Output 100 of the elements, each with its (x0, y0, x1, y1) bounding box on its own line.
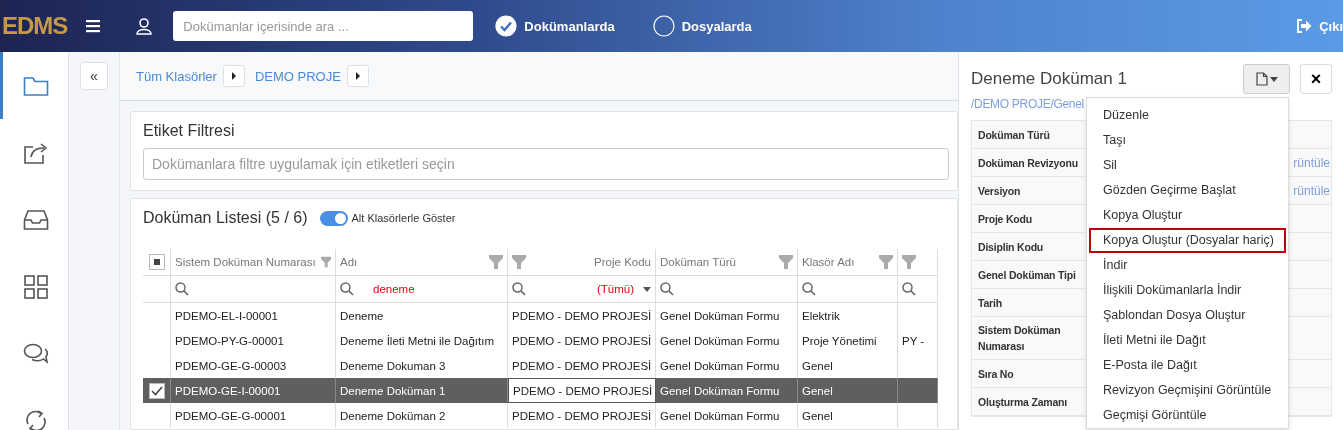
select-all-checkbox[interactable] (148, 254, 165, 270)
table-row[interactable]: PDEMO-GE-I-00001 Deneme Doküman 1 PDEMO - DEMO PROJESİ Genel Doküman Formu Genel (143, 378, 938, 403)
property-label: Disiplin Kodu (978, 239, 1045, 255)
breadcrumb-link[interactable]: Tüm Klasörler (136, 68, 217, 84)
filter-icon[interactable] (489, 255, 503, 269)
table-cell: PDEMO-GE-G-00001 (175, 409, 287, 422)
collapse-button[interactable]: « (80, 62, 108, 90)
sync-icon (23, 408, 48, 430)
table-cell: Genel (802, 359, 833, 372)
property-label: Genel Doküman Tipi (978, 267, 1077, 283)
caret-icon (643, 286, 651, 292)
table-cell: PDEMO - DEMO PROJESİ (513, 384, 653, 397)
table-cell: Genel Doküman Formu (660, 309, 780, 322)
property-label: Sistem Doküman Numarası (978, 323, 1062, 354)
filter-icon[interactable] (320, 255, 331, 269)
caret-icon (1269, 76, 1278, 82)
focus-cell[interactable]: PDEMO-GE-I-00001 (171, 378, 336, 403)
menu-item[interactable]: Revizyon Geçmişini Görüntüle (1089, 378, 1286, 403)
property-label: Tarih (978, 295, 1003, 311)
table-cell: Elektrik (802, 309, 840, 322)
menu-item[interactable]: Düzenle (1089, 103, 1286, 128)
actions-dropdown-button[interactable] (1243, 64, 1290, 94)
menu-item[interactable]: Taşı (1089, 128, 1286, 153)
table-cell: PDEMO - DEMO PROJESİ (512, 409, 652, 422)
table-cell: PY - (902, 334, 925, 347)
property-label: Proje Kodu (978, 211, 1033, 227)
menu-item[interactable]: İlişkili Dokümanlarla İndir (1089, 278, 1286, 303)
breadcrumb-expand-button[interactable] (222, 65, 245, 87)
property-label: Sıra No (978, 366, 1015, 382)
menu-icon[interactable] (85, 19, 102, 33)
table-cell: Proje Yönetimi (802, 334, 877, 347)
logo: EDMS (2, 12, 68, 40)
table-cell: Genel Doküman Formu (660, 384, 780, 397)
table-cell: PDEMO - DEMO PROJESİ (512, 359, 652, 372)
table-cell: Genel (802, 409, 833, 422)
table-row[interactable]: PDEMO-PY-G-00001 Deneme İleti Metni ile Dağıtım PDEMO - DEMO PROJESİ Genel Doküman Formu Proje Yönetimi PY - (143, 328, 938, 353)
table-cell: PDEMO-EL-I-00001 (175, 309, 278, 322)
property-label: Doküman Türü (978, 127, 1051, 143)
table-cell: Deneme (340, 309, 384, 322)
user-icon[interactable] (135, 17, 154, 35)
table-cell: PDEMO-GE-G-00003 (175, 359, 287, 372)
document-icon (1255, 72, 1268, 86)
column-header[interactable]: Proje Kodu (508, 249, 656, 275)
close-button[interactable]: × (1300, 64, 1332, 94)
column-header[interactable]: Doküman Türü (656, 249, 798, 275)
tag-filter-field[interactable]: Dokümanlara filtre uygulamak için etiketleri seçin (143, 148, 949, 180)
checked-radio-icon (495, 15, 518, 37)
focus-cell[interactable]: PDEMO - DEMO PROJESİ (508, 378, 656, 403)
filter-icon[interactable] (779, 255, 793, 269)
menu-item[interactable]: Sil (1089, 153, 1286, 178)
card-title: Doküman Listesi (5 / 6) (143, 209, 308, 227)
filter-icon[interactable] (512, 255, 526, 269)
menu-item[interactable]: Şablondan Dosya Oluştur (1089, 303, 1286, 328)
folder-icon (22, 74, 49, 97)
scope-radio[interactable]: Dosyalarda (652, 15, 752, 37)
table-cell: PDEMO - DEMO PROJESİ (512, 334, 652, 347)
property-label: Versiyon (978, 183, 1022, 199)
table-cell: PDEMO - DEMO PROJESİ (512, 309, 652, 322)
table-cell: Genel (802, 384, 833, 397)
column-header[interactable]: Adı (336, 249, 508, 275)
document-title: Deneme Doküman 1 (971, 69, 1128, 89)
table-row[interactable]: PDEMO-GE-G-00001 Deneme Doküman 2 PDEMO - DEMO PROJESİ Genel Doküman Formu Genel (143, 403, 938, 428)
column-filter-field[interactable]: (Tümü) (508, 276, 656, 302)
search-icon (660, 282, 674, 296)
column-filter-field[interactable]: deneme (336, 276, 508, 302)
check-icon (150, 385, 163, 396)
filter-icon[interactable] (879, 255, 893, 269)
card-title: Etiket Filtresi (143, 122, 236, 140)
search-icon (902, 282, 916, 296)
breadcrumb-expand-button[interactable] (346, 65, 369, 87)
table-row[interactable]: PDEMO-EL-I-00001 Deneme PDEMO - DEMO PROJESİ Genel Doküman Formu Elektrik (143, 303, 938, 328)
toggle-switch[interactable] (319, 210, 348, 226)
chat-icon (22, 341, 49, 366)
table-cell: Genel Doküman Formu (660, 359, 780, 372)
column-header[interactable]: Klasör Adı (798, 249, 898, 275)
menu-item[interactable]: Geçmişi Görüntüle (1089, 403, 1286, 428)
share-icon (22, 140, 49, 165)
table-cell: Deneme Doküman 1 (340, 384, 446, 397)
row-checkbox[interactable] (148, 382, 165, 399)
search-field[interactable]: Dokümanlar içerisinde ara ... (173, 11, 474, 41)
grid-icon (23, 274, 48, 299)
menu-item[interactable]: Kopya Oluştur (Dosyalar hariç) (1089, 228, 1286, 253)
inbox-icon (22, 208, 49, 231)
filter-icon[interactable] (902, 255, 916, 269)
search-icon (340, 282, 354, 296)
table-cell: PDEMO-PY-G-00001 (175, 334, 284, 347)
search-icon (175, 282, 189, 296)
focus-cell[interactable]: Genel (798, 378, 898, 403)
property-label: Oluşturma Zamanı (978, 394, 1068, 410)
menu-item[interactable]: E-Posta ile Dağıt (1089, 353, 1286, 378)
menu-item[interactable]: İndir (1089, 253, 1286, 278)
scope-radio[interactable]: Dokümanlarda (495, 15, 615, 37)
menu-item[interactable]: Kopya Oluştur (1089, 203, 1286, 228)
column-header[interactable]: Sistem Doküman Numarası (171, 249, 336, 275)
menu-item[interactable]: Gözden Geçirme Başlat (1089, 178, 1286, 203)
table-cell: Genel Doküman Formu (660, 334, 780, 347)
table-cell: Genel Doküman Formu (660, 409, 780, 422)
focus-cell[interactable]: Genel Doküman Formu (656, 378, 798, 403)
menu-item[interactable]: İleti Metni ile Dağıt (1089, 328, 1286, 353)
caret-icon (230, 72, 237, 80)
